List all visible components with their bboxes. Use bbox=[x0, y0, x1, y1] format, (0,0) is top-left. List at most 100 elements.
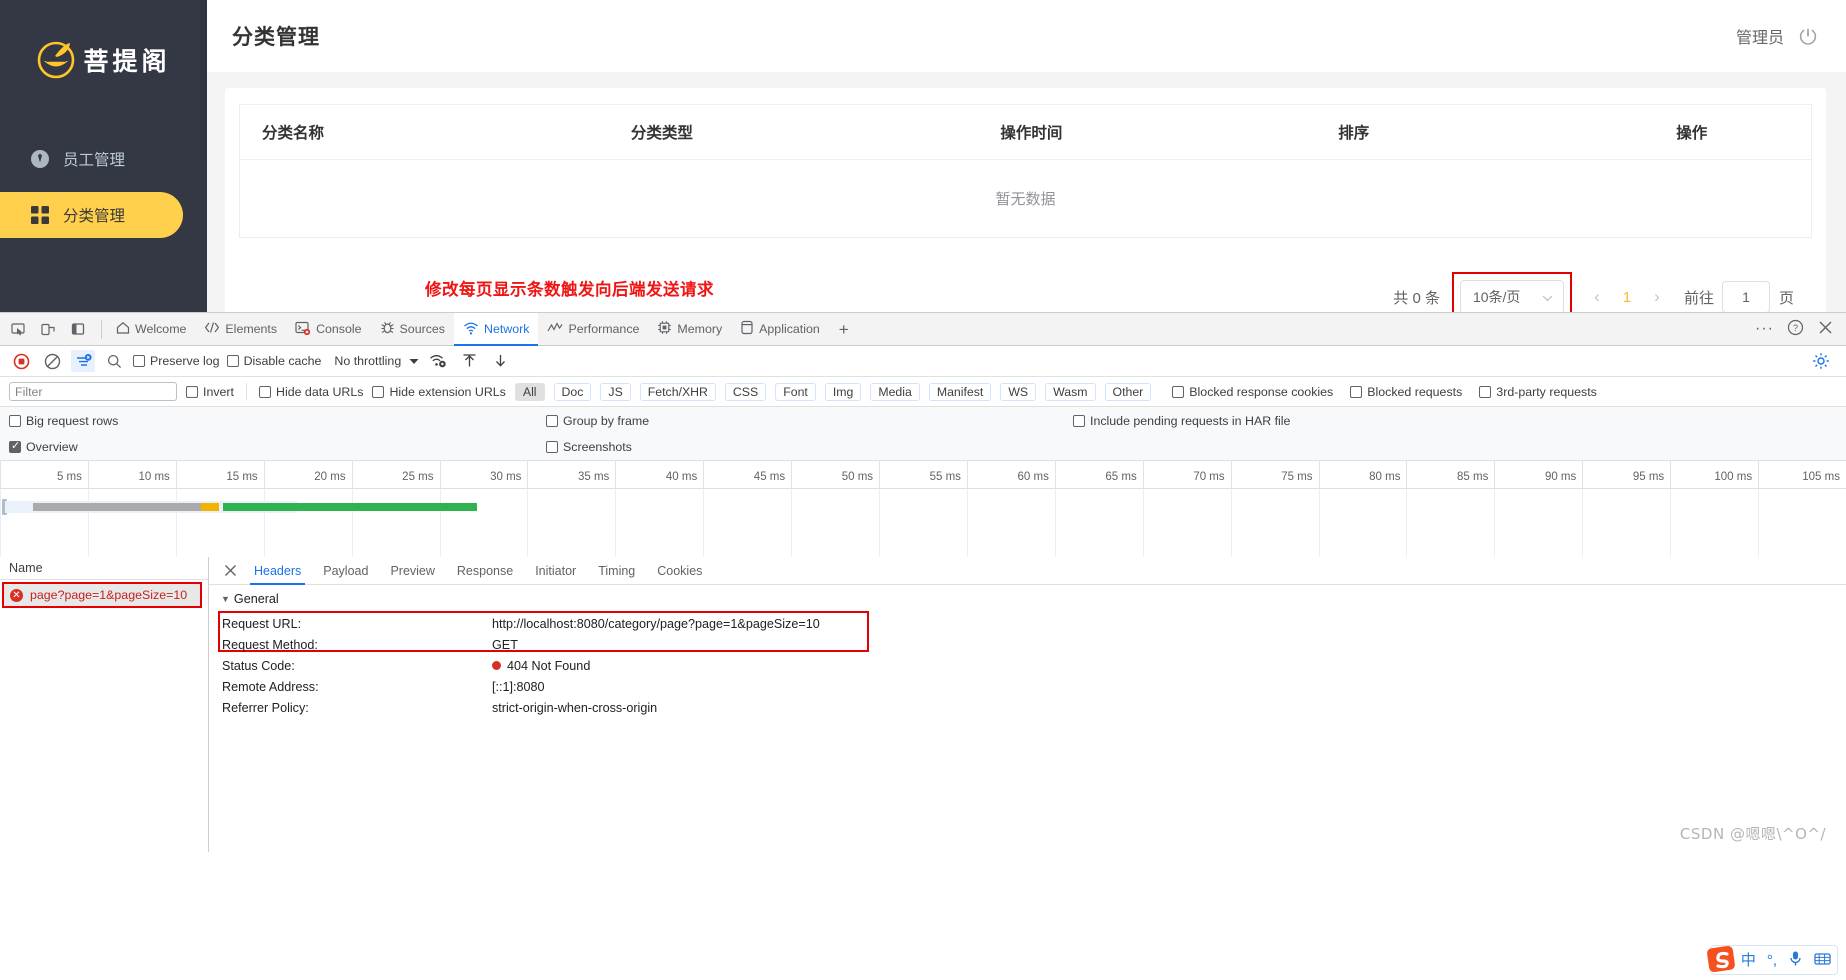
home-icon bbox=[116, 321, 130, 338]
general-section-toggle[interactable]: ▼ General bbox=[209, 585, 1846, 606]
type-chip-media[interactable]: Media bbox=[870, 382, 920, 401]
type-chip-wasm[interactable]: Wasm bbox=[1045, 382, 1096, 401]
tab-application[interactable]: Application bbox=[731, 313, 829, 346]
third-party-requests-checkbox[interactable]: 3rd-party requests bbox=[1479, 385, 1597, 399]
type-chip-all[interactable]: All bbox=[514, 382, 545, 401]
filter-icon[interactable] bbox=[71, 350, 95, 372]
detail-tab-cookies[interactable]: Cookies bbox=[646, 557, 713, 585]
keyboard-icon[interactable] bbox=[1814, 952, 1831, 969]
close-devtools-icon[interactable] bbox=[1817, 319, 1834, 339]
search-icon[interactable] bbox=[102, 350, 126, 372]
clear-icon[interactable] bbox=[40, 350, 64, 372]
inspect-element-icon[interactable] bbox=[6, 318, 30, 340]
detail-tab-initiator[interactable]: Initiator bbox=[524, 557, 587, 585]
type-chip-js[interactable]: JS bbox=[600, 382, 631, 401]
network-conditions-icon[interactable] bbox=[426, 350, 450, 372]
tab-label: Console bbox=[316, 322, 362, 336]
dock-side-icon[interactable] bbox=[66, 318, 90, 340]
ime-toolbar[interactable]: 中 °, bbox=[1706, 945, 1838, 975]
preserve-log-checkbox[interactable]: Preserve log bbox=[133, 354, 220, 368]
field-status-code: Status Code: 404 Not Found bbox=[222, 655, 1846, 676]
sogou-logo-icon bbox=[1705, 943, 1739, 977]
sidebar-item-employee[interactable]: 员工管理 bbox=[0, 136, 207, 182]
toggle-device-toolbar-icon[interactable] bbox=[36, 318, 60, 340]
tie-user-icon bbox=[30, 149, 50, 169]
include-pending-checkbox[interactable]: Include pending requests in HAR file bbox=[1073, 414, 1837, 428]
table-row[interactable]: ✕ page?page=1&pageSize=10 bbox=[4, 584, 200, 606]
help-icon[interactable]: ? bbox=[1787, 319, 1804, 339]
close-detail-icon[interactable] bbox=[217, 558, 243, 584]
svg-text:?: ? bbox=[1793, 323, 1798, 333]
hide-extension-urls-checkbox[interactable]: Hide extension URLs bbox=[372, 384, 506, 399]
type-chip-img[interactable]: Img bbox=[824, 382, 862, 401]
app-header: 分类管理 管理员 bbox=[207, 0, 1846, 72]
tab-memory[interactable]: Memory bbox=[648, 313, 731, 346]
overview-checkbox[interactable]: Overview bbox=[9, 439, 546, 454]
overview-gridline bbox=[439, 489, 441, 560]
network-overview[interactable] bbox=[0, 489, 1846, 561]
pagination-next-button[interactable]: › bbox=[1642, 287, 1672, 307]
sidebar-item-category[interactable]: 分类管理 bbox=[0, 192, 183, 238]
tab-welcome[interactable]: Welcome bbox=[107, 313, 195, 346]
ime-punctuation[interactable]: °, bbox=[1767, 953, 1777, 968]
detail-tab-timing[interactable]: Timing bbox=[587, 557, 646, 585]
overview-gridline bbox=[1230, 489, 1232, 560]
blocked-response-cookies-checkbox[interactable]: Blocked response cookies bbox=[1172, 385, 1333, 399]
type-chip-manifest[interactable]: Manifest bbox=[928, 382, 992, 401]
type-chip-font[interactable]: Font bbox=[775, 382, 816, 401]
overview-gridline bbox=[1406, 489, 1408, 560]
blocked-requests-checkbox[interactable]: Blocked requests bbox=[1350, 385, 1462, 399]
microphone-icon[interactable] bbox=[1788, 950, 1803, 970]
tab-console[interactable]: Console bbox=[286, 313, 370, 346]
tab-label: Welcome bbox=[135, 322, 187, 336]
invert-checkbox[interactable]: Invert bbox=[186, 385, 234, 399]
pagination-goto-input[interactable] bbox=[1721, 281, 1770, 312]
screenshots-checkbox[interactable]: Screenshots bbox=[546, 440, 1073, 454]
detail-tab-payload[interactable]: Payload bbox=[312, 557, 379, 585]
group-by-frame-checkbox[interactable]: Group by frame bbox=[546, 414, 1073, 428]
tab-label: Performance bbox=[568, 322, 640, 336]
table-empty-row: 暂无数据 bbox=[239, 159, 1812, 238]
pagination-page-1[interactable]: 1 bbox=[1612, 289, 1642, 306]
export-har-icon[interactable] bbox=[488, 350, 512, 372]
type-chip-css[interactable]: CSS bbox=[724, 382, 767, 401]
overview-request-bar bbox=[5, 501, 477, 513]
detail-tab-response[interactable]: Response bbox=[446, 557, 524, 585]
pagination-prev-button[interactable]: ‹ bbox=[1582, 287, 1612, 307]
power-logout-icon[interactable] bbox=[1798, 26, 1818, 46]
checkbox-box bbox=[9, 439, 21, 453]
filter-divider bbox=[246, 383, 247, 400]
disable-cache-checkbox[interactable]: Disable cache bbox=[226, 354, 321, 368]
sidebar-item-label: 分类管理 bbox=[63, 208, 126, 225]
timeline-tick: 40 ms bbox=[615, 461, 703, 489]
col-category-type: 分类类型 bbox=[608, 104, 979, 160]
record-stop-icon[interactable] bbox=[9, 350, 33, 372]
page-size-select[interactable]: 10条/页 bbox=[1459, 280, 1564, 312]
pagination-page-unit: 页 bbox=[1778, 289, 1794, 307]
hide-data-urls-label: Hide data URLs bbox=[276, 384, 364, 399]
hide-data-urls-checkbox[interactable]: Hide data URLs bbox=[259, 385, 363, 399]
import-har-icon[interactable] bbox=[457, 350, 481, 372]
page-size-value: 10条/页 bbox=[1472, 289, 1521, 305]
big-request-rows-checkbox[interactable]: Big request rows bbox=[9, 414, 546, 428]
settings-gear-icon[interactable] bbox=[1809, 350, 1833, 372]
type-chip-other[interactable]: Other bbox=[1104, 382, 1152, 401]
type-chip-doc[interactable]: Doc bbox=[553, 382, 592, 401]
network-options-row-1: Big request rows Group by frame Include … bbox=[0, 407, 1846, 434]
overview-segment-download bbox=[223, 503, 477, 511]
tab-sources[interactable]: Sources bbox=[371, 313, 454, 346]
add-panel-button[interactable]: + bbox=[829, 321, 859, 338]
detail-tab-preview[interactable]: Preview bbox=[379, 557, 445, 585]
more-options-icon[interactable]: ··· bbox=[1755, 321, 1774, 337]
type-chip-fetch-xhr[interactable]: Fetch/XHR bbox=[639, 382, 716, 401]
ime-mode-chinese[interactable]: 中 bbox=[1741, 953, 1756, 968]
type-chip-ws[interactable]: WS bbox=[1000, 382, 1037, 401]
tab-performance[interactable]: Performance bbox=[538, 313, 648, 346]
detail-tab-headers[interactable]: Headers bbox=[243, 557, 312, 585]
tab-elements[interactable]: Elements bbox=[195, 313, 286, 346]
timeline-tick: 100 ms bbox=[1670, 461, 1758, 489]
filter-input[interactable] bbox=[9, 382, 177, 401]
tab-network[interactable]: Network bbox=[454, 312, 539, 346]
throttling-select[interactable]: No throttling bbox=[328, 354, 419, 368]
hide-extension-urls-label: Hide extension URLs bbox=[389, 384, 506, 399]
